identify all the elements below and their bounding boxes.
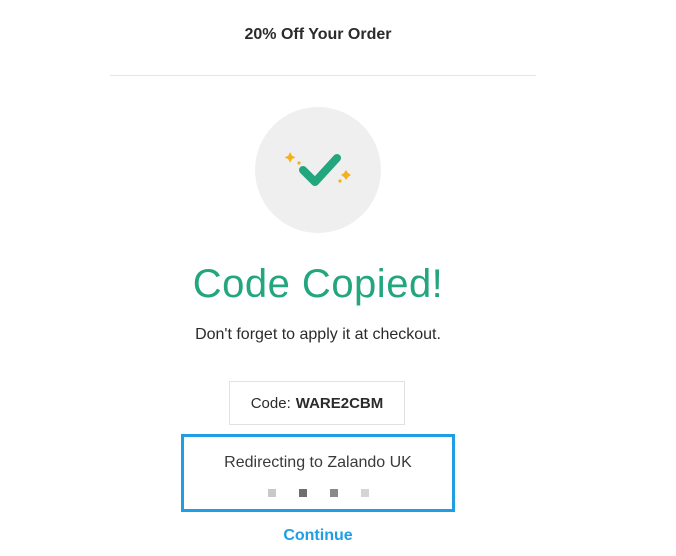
success-badge: [255, 107, 381, 233]
code-label: Code:: [250, 394, 291, 412]
code-value: WARE2CBM: [295, 394, 384, 412]
coupon-code-box[interactable]: Code: WARE2CBM: [229, 381, 405, 425]
checkout-reminder: Don't forget to apply it at checkout.: [195, 326, 441, 343]
loading-dot: [268, 489, 276, 497]
loading-dot: [330, 489, 338, 497]
code-copied-heading: Code Copied!: [192, 262, 444, 306]
offer-title: 20% Off Your Order: [244, 26, 392, 43]
loading-dot: [361, 489, 369, 497]
checkmark-sparkle-icon: [284, 152, 351, 186]
redirect-text: Redirecting to Zalando UK: [224, 454, 412, 471]
divider: [110, 75, 536, 76]
redirect-status: Redirecting to Zalando UK: [181, 434, 455, 512]
loading-dot: [299, 489, 307, 497]
continue-link[interactable]: Continue: [0, 527, 636, 545]
coupon-modal: 20% Off Your Order Code Copied! Don't fo…: [0, 0, 676, 556]
